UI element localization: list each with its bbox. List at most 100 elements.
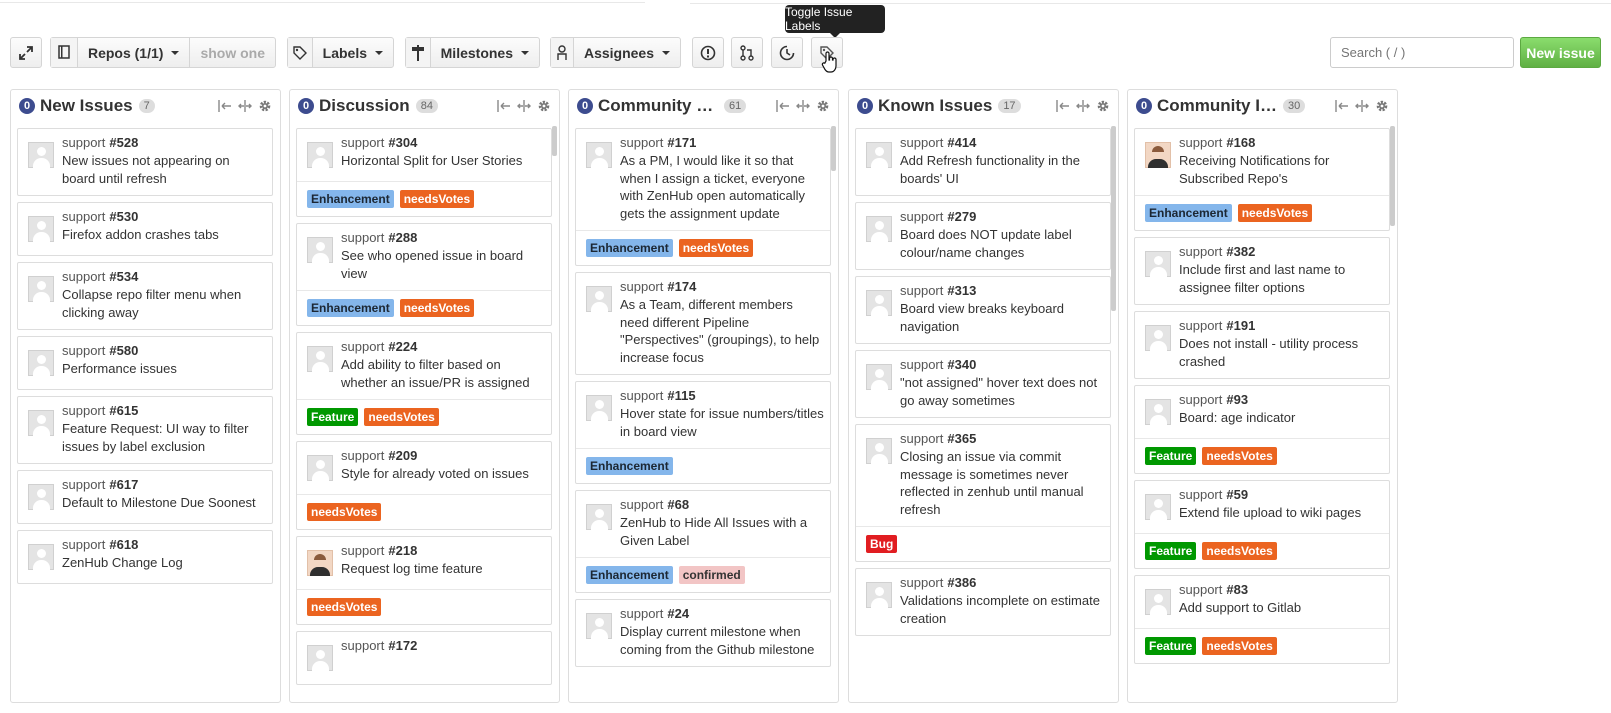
assignees-filter[interactable]: Assignees	[550, 37, 681, 68]
issue-title[interactable]: Board view breaks keyboard navigation	[900, 300, 1104, 335]
issue-card[interactable]: support #218 Request log time feature needs…	[296, 536, 552, 625]
issue-label[interactable]: confirmed	[678, 566, 745, 584]
issue-number[interactable]: #288	[388, 230, 417, 245]
avatar[interactable]	[28, 544, 54, 570]
issue-title[interactable]: Add support to Gitlab	[1179, 599, 1383, 617]
toggle-pull-requests-button[interactable]	[731, 37, 763, 68]
issue-card[interactable]: support #288 See who opened issue in board…	[296, 223, 552, 326]
issue-title[interactable]: ZenHub Change Log	[62, 554, 266, 572]
issue-card[interactable]: support #24 Display current milestone when…	[575, 599, 831, 667]
split-pipeline-icon[interactable]	[238, 100, 252, 112]
issue-card[interactable]: support #93 Board: age indicator Feature nee…	[1134, 385, 1390, 474]
milestones-filter[interactable]: Milestones	[405, 37, 540, 68]
issue-card[interactable]: support #534 Collapse repo filter menu whe…	[17, 262, 273, 330]
issue-title[interactable]: Closing an issue via commit message is s…	[900, 448, 1104, 518]
issue-label[interactable]: needsVotes	[364, 408, 439, 426]
issue-number[interactable]: #365	[947, 431, 976, 446]
issue-title[interactable]: Add ability to filter based on whether a…	[341, 356, 545, 391]
issue-card[interactable]: support #174 As a Team, different members …	[575, 272, 831, 375]
issue-title[interactable]: Firefox addon crashes tabs	[62, 226, 266, 244]
issue-card[interactable]: support #172	[296, 631, 552, 685]
avatar[interactable]	[586, 286, 612, 312]
pipeline-scrollbar[interactable]	[1390, 126, 1395, 226]
show-one-button[interactable]: show one	[190, 45, 275, 61]
pipeline-scrollbar[interactable]	[831, 126, 836, 171]
issue-number[interactable]: #528	[109, 135, 138, 150]
issue-number[interactable]: #209	[388, 448, 417, 463]
issue-title[interactable]: Add Refresh functionality in the boards'…	[900, 152, 1104, 187]
repos-filter[interactable]: Repos (1/1) show one	[50, 37, 276, 68]
issue-title[interactable]: Request log time feature	[341, 560, 545, 578]
issue-card[interactable]: support #171 As a PM, I would like it so t…	[575, 128, 831, 266]
issue-label[interactable]: Feature	[1145, 637, 1197, 655]
avatar[interactable]	[307, 346, 333, 372]
issue-title[interactable]: New issues not appearing on board until …	[62, 152, 266, 187]
issue-title[interactable]: Collapse repo filter menu when clicking …	[62, 286, 266, 321]
issue-card[interactable]: support #365 Closing an issue via commit m…	[855, 424, 1111, 562]
issue-number[interactable]: #340	[947, 357, 976, 372]
avatar[interactable]	[28, 410, 54, 436]
issue-number[interactable]: #59	[1226, 487, 1248, 502]
issue-label[interactable]: Enhancement	[586, 239, 673, 257]
issue-title[interactable]: Include first and last name to assignee …	[1179, 261, 1383, 296]
issue-number[interactable]: #615	[109, 403, 138, 418]
split-pipeline-icon[interactable]	[796, 100, 810, 112]
issue-number[interactable]: #168	[1226, 135, 1255, 150]
avatar[interactable]	[1145, 251, 1171, 277]
issue-number[interactable]: #191	[1226, 318, 1255, 333]
gear-icon[interactable]	[258, 99, 272, 113]
issue-number[interactable]: #618	[109, 537, 138, 552]
avatar[interactable]	[1145, 325, 1171, 351]
issue-card[interactable]: support #279 Board does NOT update label c…	[855, 202, 1111, 270]
search-input[interactable]	[1331, 38, 1527, 67]
issue-card[interactable]: support #209 Style for already voted on is…	[296, 441, 552, 530]
issue-card[interactable]: support #580 Performance issues	[17, 336, 273, 390]
avatar[interactable]	[586, 395, 612, 421]
issue-title[interactable]: Validations incomplete on estimate creat…	[900, 592, 1104, 627]
issue-title[interactable]: Performance issues	[62, 360, 266, 378]
avatar[interactable]	[866, 216, 892, 242]
issue-title[interactable]: Display current milestone when coming fr…	[620, 623, 824, 658]
issue-number[interactable]: #93	[1226, 392, 1248, 407]
issue-number[interactable]: #534	[109, 269, 138, 284]
avatar[interactable]	[866, 438, 892, 464]
issue-number[interactable]: #382	[1226, 244, 1255, 259]
collapse-pipeline-icon[interactable]	[776, 100, 790, 112]
issue-label[interactable]: Enhancement	[307, 190, 394, 208]
issue-card[interactable]: support #617 Default to Milestone Due Soon…	[17, 470, 273, 524]
issue-card[interactable]: support #313 Board view breaks keyboard na…	[855, 276, 1111, 344]
issue-number[interactable]: #313	[947, 283, 976, 298]
issue-label[interactable]: needsVotes	[1202, 447, 1277, 465]
issue-title[interactable]: "not assigned" hover text does not go aw…	[900, 374, 1104, 409]
labels-filter[interactable]: Labels	[287, 37, 394, 68]
issue-label[interactable]: needsVotes	[399, 190, 475, 208]
issue-label[interactable]: Feature	[1145, 542, 1197, 560]
gear-icon[interactable]	[537, 99, 551, 113]
avatar[interactable]	[307, 455, 333, 481]
issue-label[interactable]: needsVotes	[307, 598, 382, 616]
issue-card[interactable]: support #224 Add ability to filter based o…	[296, 332, 552, 435]
issue-title[interactable]: Hover state for issue numbers/titles in …	[620, 405, 824, 440]
pipeline-scrollbar[interactable]	[552, 126, 557, 156]
issue-title[interactable]: Receiving Notifications for Subscribed R…	[1179, 152, 1383, 187]
repos-dropdown[interactable]: Repos (1/1)	[78, 38, 191, 67]
issue-title[interactable]: As a PM, I would like it so that when I …	[620, 152, 824, 222]
issue-label[interactable]: Enhancement	[586, 457, 673, 475]
issue-label[interactable]: needsVotes	[1202, 637, 1277, 655]
issue-card[interactable]: support #59 Extend file upload to wiki pag…	[1134, 480, 1390, 569]
issue-card[interactable]: support #304 Horizontal Split for User Sto…	[296, 128, 552, 217]
issue-card[interactable]: support #528 New issues not appearing on b…	[17, 128, 273, 196]
issue-title[interactable]: Horizontal Split for User Stories	[341, 152, 545, 170]
issue-card[interactable]: support #168 Receiving Notifications for S…	[1134, 128, 1390, 231]
avatar[interactable]	[866, 582, 892, 608]
issue-label[interactable]: needsVotes	[1202, 542, 1277, 560]
issue-number[interactable]: #386	[947, 575, 976, 590]
issue-label[interactable]: Feature	[1145, 447, 1197, 465]
issue-label[interactable]: Bug	[866, 535, 898, 553]
toggle-estimates-button[interactable]	[771, 37, 803, 68]
avatar[interactable]	[28, 142, 54, 168]
issue-title[interactable]: Style for already voted on issues	[341, 465, 545, 483]
issue-number[interactable]: #414	[947, 135, 976, 150]
issue-title[interactable]: Board: age indicator	[1179, 409, 1383, 427]
avatar[interactable]	[1145, 399, 1171, 425]
